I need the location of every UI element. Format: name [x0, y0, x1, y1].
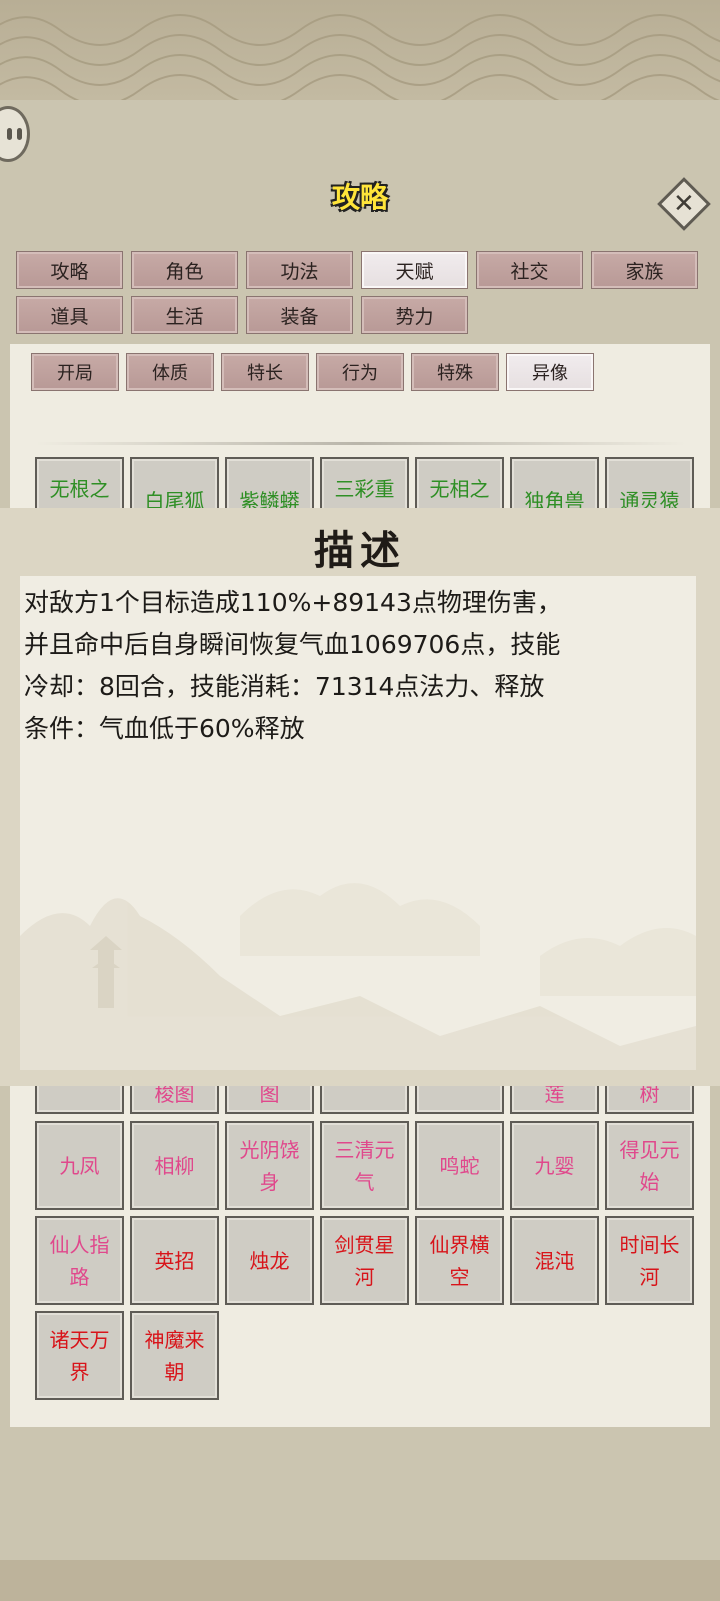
- tab-family[interactable]: 家族: [591, 251, 698, 289]
- grid-cell[interactable]: 仙界横空: [415, 1216, 504, 1305]
- description-title: 描述: [314, 527, 406, 574]
- grid-cell-label: 神魔来: [144, 1327, 205, 1352]
- tab-social[interactable]: 社交: [476, 251, 583, 289]
- close-icon: ✕: [673, 188, 695, 219]
- grid-cell[interactable]: 剑贯星河: [320, 1216, 409, 1305]
- tab-character[interactable]: 角色: [131, 251, 238, 289]
- description-line: 并且命中后自身瞬间恢复气血1069706点，技能: [24, 630, 561, 659]
- grid-cell-label: 时间长: [619, 1232, 680, 1257]
- description-popup[interactable]: 描述 对敌方1个目标造成110%+89143点物理伤害， 并且命中后自身瞬间恢复…: [0, 508, 720, 1086]
- grid-cell-label: 路: [69, 1264, 90, 1289]
- tab-items[interactable]: 道具: [16, 296, 123, 334]
- grid-cell[interactable]: 九婴: [510, 1121, 599, 1210]
- grid-cell-label: 九婴: [534, 1153, 575, 1178]
- close-button[interactable]: ✕: [656, 176, 712, 232]
- subtab-physique[interactable]: 体质: [126, 353, 214, 391]
- subtab-phenomenon[interactable]: 异像: [506, 353, 594, 391]
- grid-cell-label: 无相之: [429, 477, 490, 501]
- grid-cell[interactable]: 相柳: [130, 1121, 219, 1210]
- grid-cell-label: 英招: [154, 1248, 195, 1273]
- grid-cell-label: 始: [639, 1169, 660, 1194]
- grid-cell-label: 三彩重: [334, 477, 395, 501]
- tab-faction[interactable]: 势力: [361, 296, 468, 334]
- grid-cell[interactable]: 得见元始: [605, 1121, 694, 1210]
- description-text: 对敌方1个目标造成110%+89143点物理伤害， 并且命中后自身瞬间恢复气血1…: [24, 582, 692, 750]
- grid-cell[interactable]: 仙人指路: [35, 1216, 124, 1305]
- grid-cell-label: 剑贯星: [334, 1232, 395, 1257]
- grid-cell-label: 仙人指: [49, 1232, 110, 1257]
- subtab-opening[interactable]: 开局: [31, 353, 119, 391]
- grid-cell-label: 朝: [164, 1359, 185, 1384]
- grid-cell-label: 界: [69, 1359, 90, 1384]
- grid-cell[interactable]: 九凤: [35, 1121, 124, 1210]
- page-title: 攻略: [331, 181, 388, 214]
- grid-cell[interactable]: 光阴饶身: [225, 1121, 314, 1210]
- tab-strategy[interactable]: 攻略: [16, 251, 123, 289]
- tab-talent[interactable]: 天赋: [361, 251, 468, 289]
- grid-cell-label: 三清元: [334, 1137, 395, 1162]
- grid-cell[interactable]: 神魔来朝: [130, 1311, 219, 1400]
- description-box: 对敌方1个目标造成110%+89143点物理伤害， 并且命中后自身瞬间恢复气血1…: [20, 576, 696, 1070]
- grid-cell-label: 混沌: [534, 1248, 575, 1273]
- grid-cell-label: 无根之: [49, 477, 110, 501]
- grid-cell[interactable]: 三清元气: [320, 1121, 409, 1210]
- grid-cell[interactable]: 混沌: [510, 1216, 599, 1305]
- grid-cell-label: 身: [259, 1169, 280, 1194]
- header-decoration: [0, 0, 720, 108]
- grid-cell-label: 得见元: [619, 1137, 680, 1162]
- footer-decoration: [0, 1560, 720, 1601]
- grid-cell[interactable]: 鸣蛇: [415, 1121, 504, 1210]
- grid-cell-label: 仙界横: [429, 1232, 490, 1257]
- grid-cell[interactable]: 英招: [130, 1216, 219, 1305]
- grid-cell-label: 诸天万: [49, 1327, 110, 1352]
- grid-cell-label: 光阴饶: [239, 1137, 300, 1162]
- grid-cell-label: 河: [639, 1264, 660, 1289]
- subtab-specialty[interactable]: 特长: [221, 353, 309, 391]
- tab-skills[interactable]: 功法: [246, 251, 353, 289]
- grid-cell-label: 九凤: [59, 1153, 100, 1178]
- grid-cell-label: 河: [354, 1264, 375, 1289]
- tab-equipment[interactable]: 装备: [246, 296, 353, 334]
- description-line: 条件：气血低于60%释放: [24, 714, 305, 743]
- grid-cell-label: 鸣蛇: [439, 1153, 480, 1178]
- grid-cell[interactable]: 烛龙: [225, 1216, 314, 1305]
- description-line: 对敌方1个目标造成110%+89143点物理伤害，: [24, 588, 562, 617]
- description-line: 冷却：8回合，技能消耗：71314点法力、释放: [24, 672, 545, 701]
- grid-cell-label: 烛龙: [249, 1248, 290, 1273]
- grid-cell[interactable]: 诸天万界: [35, 1311, 124, 1400]
- subtab-special[interactable]: 特殊: [411, 353, 499, 391]
- grid-cell-label: 空: [449, 1264, 470, 1289]
- grid-cell-label: 气: [354, 1169, 375, 1194]
- grid-cell-label: 相柳: [154, 1153, 195, 1178]
- tab-life[interactable]: 生活: [131, 296, 238, 334]
- grid-cell[interactable]: 时间长河: [605, 1216, 694, 1305]
- subtab-behavior[interactable]: 行为: [316, 353, 404, 391]
- divider: [36, 442, 686, 445]
- menu-dots-icon: [6, 128, 22, 140]
